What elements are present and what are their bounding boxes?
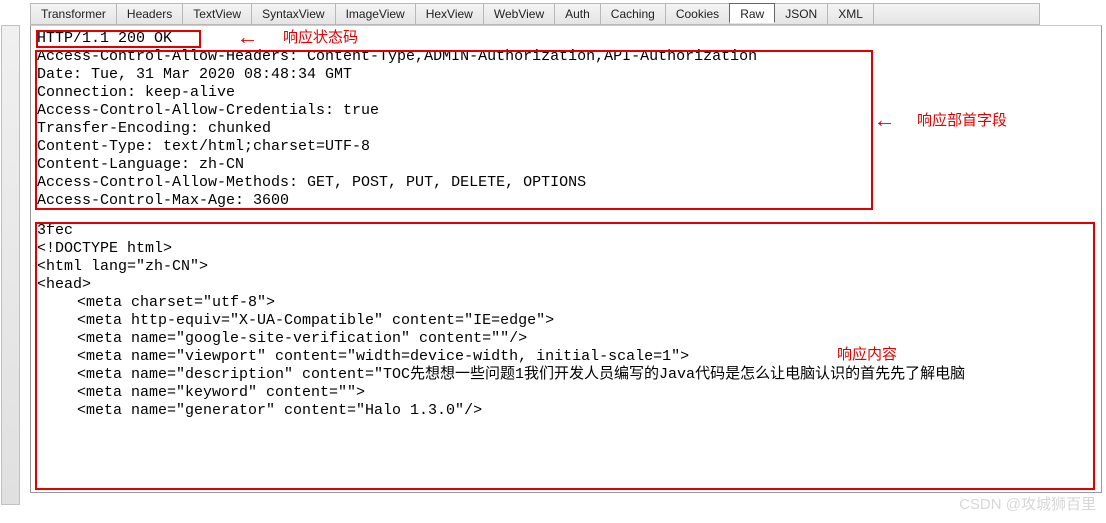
tab-raw[interactable]: Raw xyxy=(729,3,775,23)
tab-caching[interactable]: Caching xyxy=(601,4,666,24)
tab-auth[interactable]: Auth xyxy=(555,4,601,24)
body-line: <!DOCTYPE html> xyxy=(37,240,1095,258)
body-meta-line: <meta charset="utf-8"> xyxy=(37,294,1095,312)
body-meta-line: <meta name="keyword" content=""> xyxy=(37,384,1095,402)
response-view-tabs: Transformer Headers TextView SyntaxView … xyxy=(30,3,1040,25)
body-line: <head> xyxy=(37,276,1095,294)
tab-transformer[interactable]: Transformer xyxy=(31,4,117,24)
status-line: HTTP/1.1 200 OK xyxy=(37,30,1095,48)
tab-json[interactable]: JSON xyxy=(775,4,828,24)
header-line: Access-Control-Allow-Methods: GET, POST,… xyxy=(37,174,1095,192)
header-line: Content-Type: text/html;charset=UTF-8 xyxy=(37,138,1095,156)
body-meta-line: <meta name="description" content="TOC先想想… xyxy=(37,366,1095,384)
watermark-text: CSDN @攻城狮百里 xyxy=(959,493,1096,514)
tab-xml[interactable]: XML xyxy=(828,4,874,24)
body-meta-line: <meta name="generator" content="Halo 1.3… xyxy=(37,402,1095,420)
body-line: 3fec xyxy=(37,222,1095,240)
header-line: Transfer-Encoding: chunked xyxy=(37,120,1095,138)
body-meta-line: <meta http-equiv="X-UA-Compatible" conte… xyxy=(37,312,1095,330)
left-scrollbar-hint xyxy=(1,25,20,505)
tab-imageview[interactable]: ImageView xyxy=(336,4,416,24)
raw-response-panel[interactable]: HTTP/1.1 200 OK Access-Control-Allow-Hea… xyxy=(30,25,1102,493)
tab-headers[interactable]: Headers xyxy=(117,4,183,24)
tab-webview[interactable]: WebView xyxy=(484,4,555,24)
body-line: <html lang="zh-CN"> xyxy=(37,258,1095,276)
tab-hexview[interactable]: HexView xyxy=(416,4,484,24)
header-line: Access-Control-Allow-Credentials: true xyxy=(37,102,1095,120)
header-line: Connection: keep-alive xyxy=(37,84,1095,102)
header-line: Access-Control-Max-Age: 3600 xyxy=(37,192,1095,210)
tab-syntaxview[interactable]: SyntaxView xyxy=(252,4,335,24)
body-meta-line: <meta name="viewport" content="width=dev… xyxy=(37,348,1095,366)
tab-textview[interactable]: TextView xyxy=(183,4,252,24)
body-meta-line: <meta name="google-site-verification" co… xyxy=(37,330,1095,348)
header-line: Date: Tue, 31 Mar 2020 08:48:34 GMT xyxy=(37,66,1095,84)
tab-cookies[interactable]: Cookies xyxy=(666,4,730,24)
header-line: Access-Control-Allow-Headers: Content-Ty… xyxy=(37,48,1095,66)
header-line: Content-Language: zh-CN xyxy=(37,156,1095,174)
